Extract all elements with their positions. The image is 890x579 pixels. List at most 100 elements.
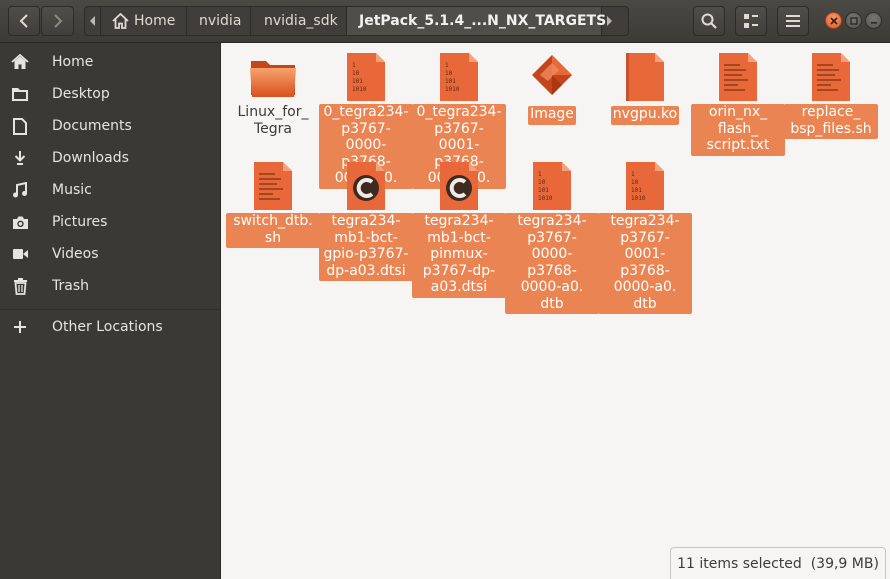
sidebar-item-label: Home	[52, 54, 94, 70]
crumb-nvidia-sdk-label: nvidia_sdk	[264, 13, 338, 29]
crumb-current-folder[interactable]: JetPack_5.1.4_...N_NX_TARGETS	[347, 7, 606, 35]
file-item-tegra234-p3767-0000-dtb[interactable]: 1 10 101 1010 tegra234- p3767- 0000- p3768-…	[505, 160, 599, 314]
svg-text:1: 1	[538, 171, 542, 178]
selection-status-bar: 11 items selected (39,9 MB)	[670, 547, 886, 579]
crumb-nvidia-label: nvidia	[199, 13, 242, 29]
svg-text:1: 1	[445, 62, 449, 69]
folder-icon	[247, 51, 299, 103]
sidebar-item-documents[interactable]: Documents	[0, 110, 220, 142]
crumb-nvidia-sdk[interactable]: nvidia_sdk	[251, 7, 347, 35]
document-icon	[11, 117, 29, 135]
crumb-nvidia[interactable]: nvidia	[187, 7, 251, 35]
sidebar-item-other-locations[interactable]: Other Locations	[0, 311, 220, 343]
sidebar-item-trash[interactable]: Trash	[0, 270, 220, 302]
search-button[interactable]	[693, 6, 725, 36]
file-item-tegra234-p3767-0001-dtb[interactable]: 1 10 101 1010 tegra234- p3767- 0001- p3768-…	[598, 160, 692, 314]
path-scroll-right-button[interactable]	[602, 7, 618, 35]
search-icon	[701, 13, 717, 29]
triangle-left-icon	[89, 16, 95, 26]
sidebar-item-label: Downloads	[52, 150, 129, 166]
crumb-home[interactable]: Home	[101, 7, 187, 35]
file-name: orin_nx_ flash_ script.txt	[691, 104, 785, 156]
desktop-folder-icon	[11, 85, 29, 103]
c-source-file-icon	[433, 160, 485, 212]
file-name: tegra234- mb1-bct- pinmux- p3767-dp- a03…	[412, 213, 506, 298]
file-item-replace-bsp-files[interactable]: replace_ bsp_files.sh	[784, 51, 878, 139]
home-icon	[11, 53, 29, 71]
download-icon	[11, 149, 29, 167]
text-file-icon	[712, 51, 764, 103]
sidebar-item-label: Music	[52, 182, 92, 198]
binary-file-icon: 1 10 101 1010	[433, 51, 485, 103]
header-bar: Home nvidia nvidia_sdk JetPack_5.1.4_...…	[0, 0, 890, 43]
menu-button[interactable]	[777, 6, 809, 36]
path-scroll-left-button[interactable]	[85, 7, 101, 35]
minimize-icon	[870, 21, 877, 24]
video-icon	[11, 245, 29, 263]
selection-status-text: 11 items selected (39,9 MB)	[677, 555, 879, 572]
file-name: replace_ bsp_files.sh	[784, 104, 878, 139]
minimize-window-button[interactable]	[865, 12, 882, 29]
sidebar-item-label: Documents	[52, 118, 132, 134]
file-item-nvgpu-ko[interactable]: nvgpu.ko	[598, 51, 692, 125]
file-item-switch-dtb[interactable]: switch_dtb. sh	[226, 160, 320, 248]
svg-text:1: 1	[352, 62, 356, 69]
grid-view-icon	[744, 14, 758, 28]
maximize-icon	[849, 16, 858, 25]
sidebar-item-home[interactable]: Home	[0, 46, 220, 78]
sidebar-item-label: Pictures	[52, 214, 108, 230]
chevron-left-icon	[19, 14, 28, 28]
file-item-tegra234-mb1-bct-pinmux[interactable]: tegra234- mb1-bct- pinmux- p3767-dp- a03…	[412, 160, 506, 298]
script-file-icon	[805, 51, 857, 103]
svg-text:10: 10	[445, 70, 453, 77]
file-name: tegra234- p3767- 0001- p3768- 0000-a0. d…	[598, 213, 692, 314]
view-options-button[interactable]	[735, 6, 767, 36]
sidebar-item-label: Desktop	[52, 86, 110, 102]
sidebar: Home Desktop Documents Downloads Music P…	[0, 43, 221, 579]
svg-text:101: 101	[445, 78, 456, 85]
svg-text:10: 10	[631, 179, 639, 186]
sidebar-item-label: Videos	[52, 246, 99, 262]
file-name: switch_dtb. sh	[226, 213, 320, 248]
c-source-file-icon	[340, 160, 392, 212]
binary-file-icon: 1 10 101 1010	[619, 160, 671, 212]
sidebar-separator	[0, 309, 220, 310]
sidebar-item-desktop[interactable]: Desktop	[0, 78, 220, 110]
file-name: Linux_for_ Tegra	[237, 104, 309, 137]
music-icon	[11, 181, 29, 199]
file-item-linux-for-tegra[interactable]: Linux_for_ Tegra	[226, 51, 320, 139]
plus-icon	[11, 318, 29, 336]
sidebar-item-pictures[interactable]: Pictures	[0, 206, 220, 238]
svg-text:1010: 1010	[445, 86, 460, 93]
forward-button[interactable]	[41, 6, 74, 36]
maximize-window-button[interactable]	[845, 12, 862, 29]
file-name: nvgpu.ko	[610, 106, 680, 125]
svg-text:1010: 1010	[538, 195, 553, 202]
sidebar-item-music[interactable]: Music	[0, 174, 220, 206]
svg-text:10: 10	[352, 70, 360, 77]
hamburger-icon	[786, 15, 800, 27]
chevron-right-icon	[53, 14, 62, 28]
path-bar: Home nvidia nvidia_sdk JetPack_5.1.4_...…	[84, 6, 629, 36]
file-item-orin-nx-flash-script[interactable]: orin_nx_ flash_ script.txt	[691, 51, 785, 156]
svg-text:101: 101	[631, 187, 642, 194]
svg-text:10: 10	[538, 179, 546, 186]
file-view: Linux_for_ Tegra 1 10 101 1010 0_tegra234- …	[221, 43, 890, 579]
file-name: Image	[528, 106, 576, 125]
binary-file-icon: 1 10 101 1010	[526, 160, 578, 212]
sidebar-item-downloads[interactable]: Downloads	[0, 142, 220, 174]
close-window-button[interactable]	[825, 12, 842, 29]
svg-text:1010: 1010	[631, 195, 646, 202]
sidebar-item-videos[interactable]: Videos	[0, 238, 220, 270]
camera-icon	[11, 213, 29, 231]
generic-file-icon	[619, 51, 671, 103]
home-icon	[112, 13, 129, 29]
triangle-right-icon	[607, 16, 612, 26]
sidebar-item-label: Trash	[52, 278, 89, 294]
back-button[interactable]	[8, 6, 40, 36]
file-item-tegra234-mb1-bct-gpio[interactable]: tegra234- mb1-bct- gpio-p3767- dp-a03.dt…	[319, 160, 413, 281]
file-item-image[interactable]: Image	[505, 51, 599, 125]
file-name: tegra234- p3767- 0000- p3768- 0000-a0. d…	[505, 213, 599, 314]
svg-text:101: 101	[352, 78, 363, 85]
disk-image-icon	[526, 51, 578, 103]
